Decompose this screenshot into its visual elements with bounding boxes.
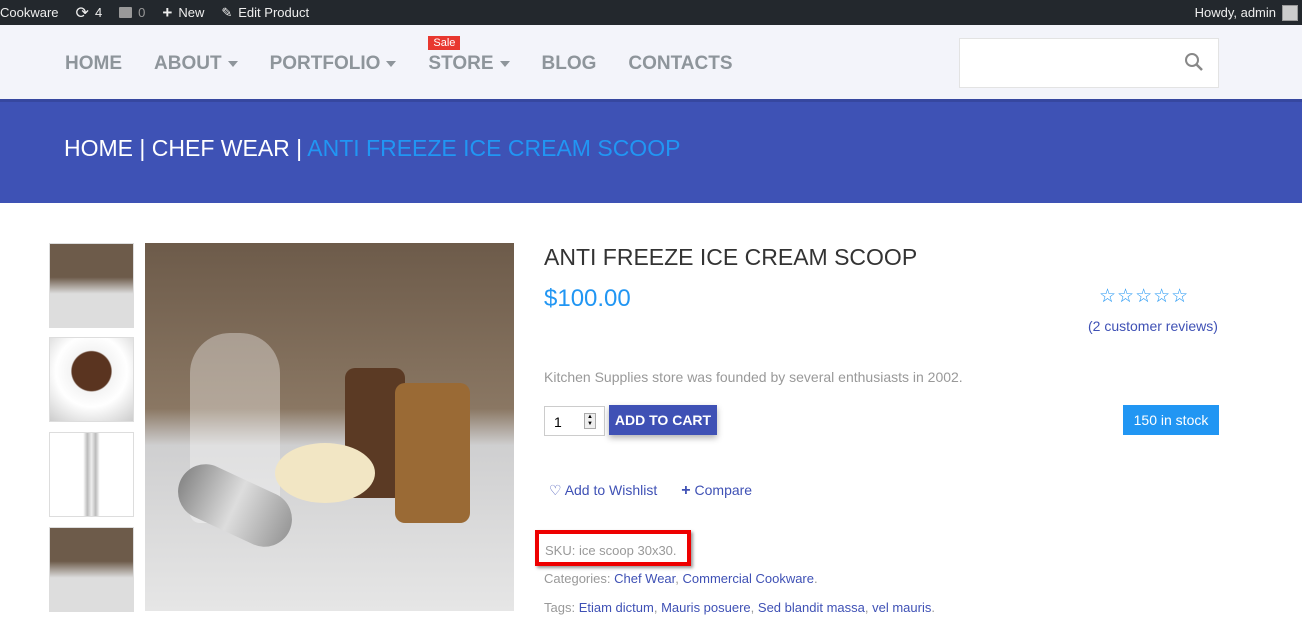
categories: Categories: Chef Wear, Commercial Cookwa… xyxy=(544,571,818,586)
updates-count: 4 xyxy=(94,5,103,20)
product-description: Kitchen Supplies store was founded by se… xyxy=(544,369,963,385)
refresh-icon: ⟳ xyxy=(75,4,89,22)
wishlist-label: Add to Wishlist xyxy=(564,482,658,498)
category-link[interactable]: Chef Wear xyxy=(614,571,675,586)
breadcrumb-sep: | xyxy=(289,135,308,161)
tag-link[interactable]: Etiam dictum xyxy=(579,600,654,615)
site-name-link[interactable]: Cookware xyxy=(0,5,59,20)
heart-icon: ♡ xyxy=(549,482,562,498)
product-title: ANTI FREEZE ICE CREAM SCOOP xyxy=(544,244,918,270)
quantity-value: 1 xyxy=(554,414,562,430)
nav-blog[interactable]: BLOG xyxy=(542,53,597,75)
nav-label: CONTACTS xyxy=(628,53,733,74)
breadcrumb: HOME | CHEF WEAR | ANTI FREEZE ICE CREAM… xyxy=(64,135,680,162)
tag-link[interactable]: Sed blandit massa xyxy=(758,600,865,615)
tags-label: Tags: xyxy=(544,600,579,615)
spinner-arrows-icon[interactable]: ▲ ▼ xyxy=(584,413,596,429)
admin-bar: Cookware ⟳ 4 0 + New ✎ Edit Product Howdy, … xyxy=(0,0,1302,25)
nav-about[interactable]: ABOUT xyxy=(154,53,238,75)
comment-icon xyxy=(119,7,133,18)
updates-link[interactable]: ⟳ 4 xyxy=(76,3,103,23)
breadcrumb-home[interactable]: HOME xyxy=(64,135,133,161)
nav-portfolio[interactable]: PORTFOLIO xyxy=(270,53,397,75)
breadcrumb-category[interactable]: CHEF WEAR xyxy=(152,135,290,161)
new-link[interactable]: + New xyxy=(162,3,204,23)
categories-label: Categories: xyxy=(544,571,615,586)
add-to-wishlist-link[interactable]: ♡ Add to Wishlist xyxy=(549,482,657,500)
tags: Tags: Etiam dictum, Mauris posuere, Sed … xyxy=(544,600,935,615)
compare-link[interactable]: + Compare xyxy=(681,482,752,500)
nav-label: PORTFOLIO xyxy=(269,53,381,74)
nav-label: BLOG xyxy=(541,53,597,74)
nav-home[interactable]: HOME xyxy=(65,53,122,75)
star-rating: ☆☆☆☆☆ xyxy=(1099,286,1190,307)
sku-highlight: SKU: ice scoop 30x30. xyxy=(535,530,691,566)
category-link[interactable]: Commercial Cookware xyxy=(683,571,814,586)
account-menu[interactable]: Howdy, admin xyxy=(1195,0,1298,25)
product-thumbnail[interactable] xyxy=(49,527,134,612)
compare-label: Compare xyxy=(694,482,753,498)
nav-contacts[interactable]: CONTACTS xyxy=(628,53,732,75)
chevron-down-icon xyxy=(227,61,238,67)
separator: , xyxy=(750,600,758,615)
edit-label: Edit Product xyxy=(238,5,310,20)
avatar xyxy=(1282,4,1298,21)
separator: , xyxy=(653,600,662,615)
nav-label: HOME xyxy=(65,53,122,74)
comments-link[interactable]: 0 xyxy=(119,5,145,20)
quantity-stepper[interactable]: 1 ▲ ▼ xyxy=(544,406,605,436)
main-nav: HOME ABOUT PORTFOLIO Sale STORE BLOG CONT… xyxy=(0,25,1302,99)
chevron-down-icon xyxy=(499,61,510,67)
chevron-down-icon xyxy=(386,61,397,67)
stock-badge: 150 in stock xyxy=(1123,405,1219,435)
add-to-cart-button[interactable]: ADD TO CART xyxy=(609,405,717,435)
nav-store[interactable]: Sale STORE xyxy=(428,36,510,75)
page-header-banner: HOME | CHEF WEAR | ANTI FREEZE ICE CREAM… xyxy=(0,99,1302,203)
search-icon[interactable] xyxy=(1184,52,1204,72)
separator: . xyxy=(931,600,935,615)
comments-count: 0 xyxy=(138,5,146,20)
sku: SKU: ice scoop 30x30. xyxy=(545,543,677,558)
greeting: Howdy, admin xyxy=(1194,5,1276,20)
product-thumbnail[interactable] xyxy=(49,243,134,328)
breadcrumb-sep: | xyxy=(133,135,152,161)
reviews-link[interactable]: (2 customer reviews) xyxy=(1088,318,1218,334)
pencil-icon: ✎ xyxy=(221,4,233,20)
breadcrumb-current: ANTI FREEZE ICE CREAM SCOOP xyxy=(307,135,681,161)
plus-icon: + xyxy=(162,2,173,22)
nav-label: ABOUT xyxy=(154,53,222,74)
product-thumbnail[interactable] xyxy=(49,432,134,517)
tag-link[interactable]: vel mauris xyxy=(872,600,931,615)
product-thumbnail[interactable] xyxy=(49,337,134,422)
edit-product-link[interactable]: ✎ Edit Product xyxy=(221,5,309,21)
plus-icon: + xyxy=(681,482,691,499)
separator: , xyxy=(864,600,873,615)
site-name: Cookware xyxy=(0,5,59,20)
nav-label: STORE xyxy=(428,53,494,74)
search-input[interactable] xyxy=(959,38,1219,88)
sale-badge: Sale xyxy=(428,36,461,50)
product-price: $100.00 xyxy=(544,285,631,312)
product-main-image[interactable] xyxy=(145,243,514,611)
separator: , xyxy=(675,571,683,586)
tag-link[interactable]: Mauris posuere xyxy=(661,600,751,615)
new-label: New xyxy=(178,5,205,20)
separator: . xyxy=(814,571,818,586)
